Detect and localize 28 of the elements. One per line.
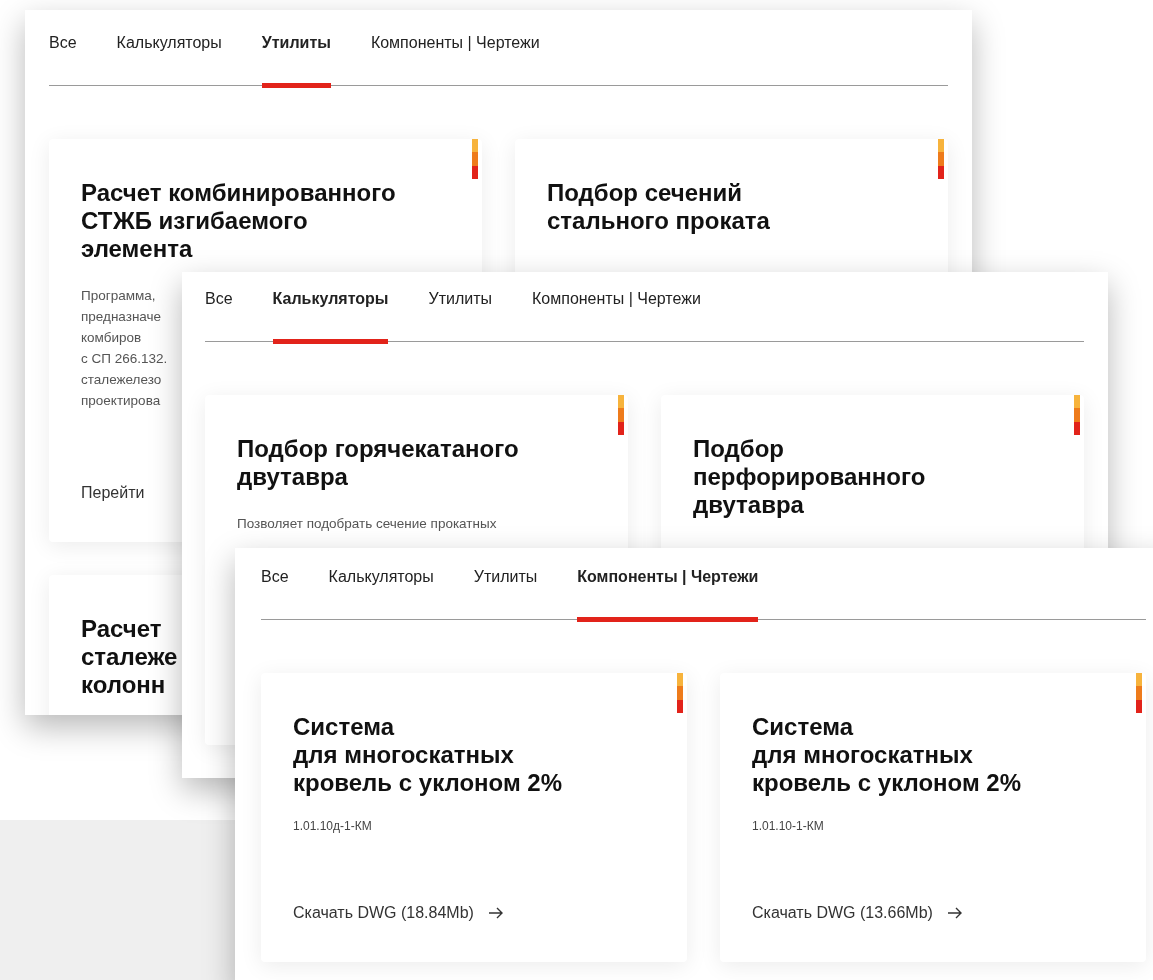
card-link[interactable]: Скачать DWG (13.66Mb) bbox=[752, 904, 963, 922]
filter-tab[interactable]: Компоненты | Чертежи bbox=[532, 290, 701, 344]
card-title: Расчет комбинированного СТЖБ изгибаемого элемента bbox=[81, 179, 396, 263]
drawing-code: 1.01.10-1-КМ bbox=[752, 819, 825, 833]
filter-tab[interactable]: Калькуляторы bbox=[116, 34, 222, 88]
filter-tab[interactable]: Компоненты | Чертежи bbox=[577, 568, 759, 622]
filter-tab[interactable]: Калькуляторы bbox=[272, 290, 389, 344]
arrow-right-icon bbox=[487, 906, 504, 920]
card-title: Система для многоскатных кровель с уклоном 2% bbox=[293, 713, 562, 797]
filter-tab[interactable]: Все bbox=[49, 34, 77, 88]
drawing-code: 1.01.10д-1-КМ bbox=[293, 819, 373, 833]
filter-tab[interactable]: Утилиты bbox=[473, 568, 538, 622]
arrow-right-icon bbox=[946, 906, 963, 920]
card-link[interactable]: Скачать DWG (18.84Mb) bbox=[293, 904, 504, 922]
card-title: Расчет сталеже колонн bbox=[81, 615, 178, 699]
filter-tab[interactable]: Компоненты | Чертежи bbox=[370, 34, 540, 88]
filter-tab[interactable]: Все bbox=[205, 290, 233, 344]
filter-tab[interactable]: Утилиты bbox=[261, 34, 331, 88]
card-description: Программа, предназначе комбиров с СП 266.132. сталежелезо проектирова bbox=[81, 287, 168, 410]
filter-tab[interactable]: Утилиты bbox=[428, 290, 492, 344]
card-title: Подбор сечений стального проката bbox=[547, 179, 770, 235]
card-description: Позволяет подобрать сечение прокатных bbox=[237, 515, 497, 533]
card-title: Подбор горячекатаного двутавра bbox=[237, 435, 519, 491]
filter-tab[interactable]: Все bbox=[261, 568, 289, 622]
card-title: Подбор перфорированного двутавра bbox=[693, 435, 926, 519]
card-link[interactable]: Перейти bbox=[81, 484, 145, 502]
card-title: Система для многоскатных кровель с уклоном 2% bbox=[752, 713, 1021, 797]
filter-tab[interactable]: Калькуляторы bbox=[328, 568, 434, 622]
